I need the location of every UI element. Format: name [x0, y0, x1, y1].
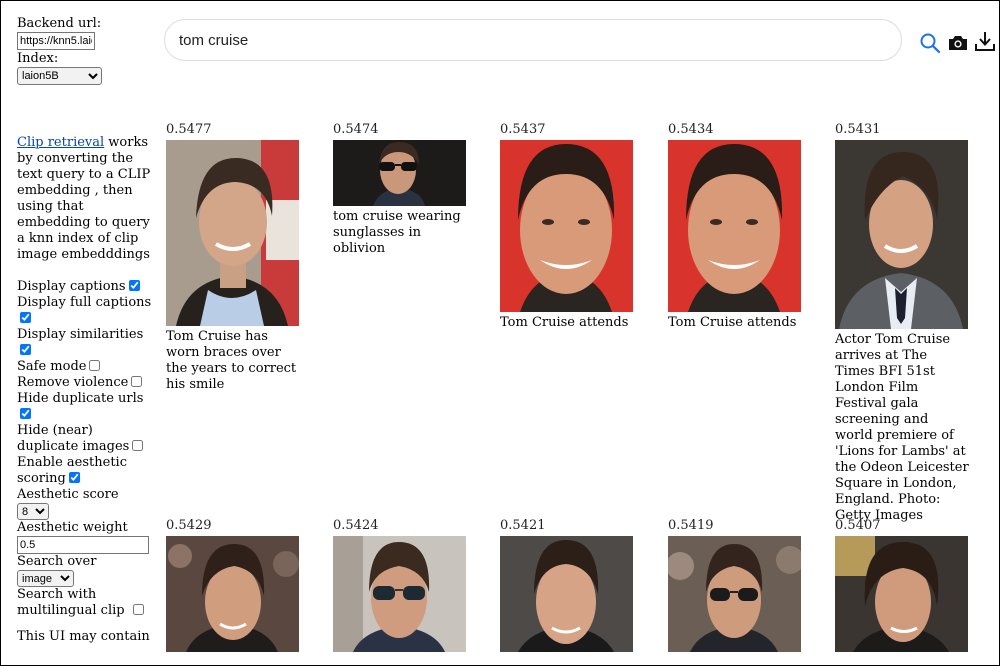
result-item[interactable]: 0.5477 Tom Cruise has worn braces over t…: [166, 122, 301, 393]
result-image[interactable]: [333, 140, 466, 206]
display-full-captions-label: Display full captions: [17, 295, 152, 310]
result-image[interactable]: [835, 140, 968, 329]
result-item[interactable]: 0.5429: [166, 518, 301, 655]
clip-retrieval-link[interactable]: Clip retrieval: [17, 135, 104, 150]
result-item[interactable]: 0.5437 Tom Cruise attends: [500, 122, 635, 331]
display-captions-label: Display captions: [17, 279, 126, 294]
similarity-score: 0.5431: [835, 122, 881, 137]
aesthetic-weight-label: Aesthetic weight: [17, 520, 128, 535]
result-caption: Tom Cruise has worn braces over the year…: [166, 329, 297, 392]
hide-near-duplicate-checkbox[interactable]: [132, 440, 144, 451]
description: Clip retrieval works by converting the t…: [17, 135, 157, 263]
enable-aesthetic-checkbox[interactable]: [68, 472, 80, 483]
similarity-score: 0.5437: [500, 122, 546, 137]
result-image[interactable]: [835, 536, 968, 652]
download-icon[interactable]: [974, 30, 996, 52]
result-image[interactable]: [166, 536, 299, 652]
hide-duplicate-urls-checkbox[interactable]: [20, 408, 31, 419]
result-item[interactable]: 0.5434 Tom Cruise attends: [668, 122, 803, 331]
similarity-score: 0.5474: [333, 122, 379, 137]
result-item[interactable]: 0.5474 tom cruise wearing sunglasses in …: [333, 122, 468, 257]
camera-icon[interactable]: [947, 32, 969, 54]
result-item[interactable]: 0.5419: [668, 518, 803, 655]
search-input[interactable]: tom cruise: [164, 19, 902, 61]
hide-near-duplicate-label: Hide (near) duplicate images: [17, 423, 130, 454]
result-image[interactable]: [668, 140, 801, 312]
result-image[interactable]: [333, 536, 466, 652]
search-icon[interactable]: [919, 32, 941, 54]
index-select[interactable]: laion5B: [17, 67, 102, 85]
aesthetic-weight-input[interactable]: [17, 536, 149, 554]
backend-url-input[interactable]: [17, 32, 95, 50]
display-similarities-label: Display similarities: [17, 327, 144, 342]
search-query: tom cruise: [179, 31, 249, 49]
index-label: Index:: [17, 51, 59, 66]
search-over-select[interactable]: image: [17, 570, 74, 587]
footer-note: This UI may contain: [17, 629, 150, 644]
remove-violence-label: Remove violence: [17, 375, 129, 390]
result-caption: Tom Cruise attends: [668, 315, 797, 330]
remove-violence-checkbox[interactable]: [131, 376, 143, 387]
result-image[interactable]: [668, 536, 801, 652]
result-caption: Actor Tom Cruise arrives at The Times BF…: [835, 332, 969, 523]
result-item[interactable]: 0.5424: [333, 518, 468, 655]
sidebar: Backend url: Index: laion5B Clip retriev…: [17, 16, 157, 645]
similarity-score: 0.5434: [668, 122, 714, 137]
safe-mode-checkbox[interactable]: [89, 360, 101, 371]
similarity-score: 0.5424: [333, 518, 379, 533]
result-item[interactable]: 0.5421: [500, 518, 635, 655]
result-item[interactable]: 0.5407: [835, 518, 970, 655]
display-full-captions-checkbox[interactable]: [20, 312, 31, 323]
result-caption: Tom Cruise attends: [500, 315, 629, 330]
display-similarities-checkbox[interactable]: [20, 344, 31, 355]
display-captions-checkbox[interactable]: [128, 280, 140, 291]
safe-mode-label: Safe mode: [17, 359, 87, 374]
aesthetic-score-select[interactable]: 8: [17, 503, 49, 520]
similarity-score: 0.5407: [835, 518, 881, 533]
description-text: works by converting the text query to a …: [17, 135, 151, 262]
search-over-label: Search over: [17, 554, 97, 569]
aesthetic-score-label: Aesthetic score: [17, 487, 119, 502]
result-item[interactable]: 0.5431 Actor Tom Cruise arrives at The T…: [835, 122, 970, 524]
similarity-score: 0.5477: [166, 122, 212, 137]
result-caption: tom cruise wearing sunglasses in oblivio…: [333, 209, 461, 256]
similarity-score: 0.5421: [500, 518, 546, 533]
result-image[interactable]: [500, 140, 633, 312]
result-image[interactable]: [166, 140, 299, 326]
backend-url-label: Backend url:: [17, 16, 102, 31]
similarity-score: 0.5429: [166, 518, 212, 533]
multilingual-label: Search with multilingual clip: [17, 587, 125, 618]
similarity-score: 0.5419: [668, 518, 714, 533]
multilingual-checkbox[interactable]: [132, 604, 144, 615]
hide-duplicate-urls-label: Hide duplicate urls: [17, 391, 144, 406]
options-panel: Display captions Display full captions D…: [17, 279, 157, 645]
result-image[interactable]: [500, 536, 633, 652]
